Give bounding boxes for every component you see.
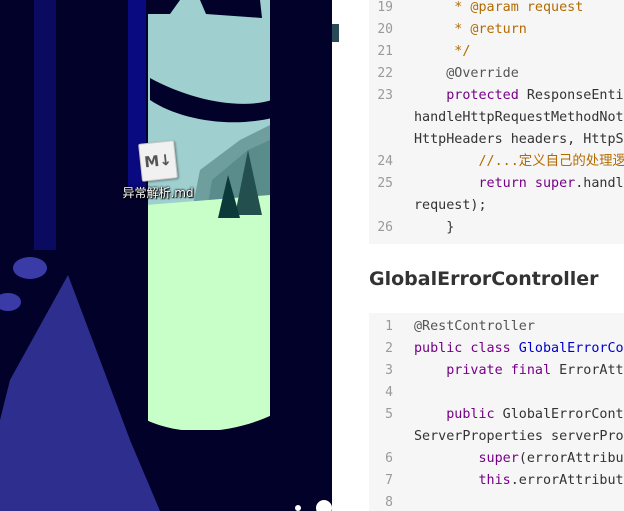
section-heading: GlobalErrorController [369,268,599,290]
code-line: public GlobalErrorCont [414,404,624,426]
code-type: GlobalErrorCo [510,341,624,356]
code-line-wrap: HttpHeaders headers, HttpS [414,132,624,147]
markdown-glyph: M↓ [143,150,173,172]
code-text: .handl [575,176,624,191]
line-number: 2 [385,341,393,356]
code-line: protected ResponseEnti [414,85,624,107]
code-line: this.errorAttribut [414,470,624,492]
code-line: return super.handl [414,173,624,195]
code-block[interactable]: 1 @RestController 2 public class GlobalE… [369,313,624,511]
desktop-wallpaper: M↓ 异常解析.md [0,0,332,511]
code-keyword: public [414,407,495,422]
code-line-wrap: ServerProperties serverPro [414,429,624,444]
code-text: .errorAttribut [510,473,624,488]
code-line: * @return [414,22,527,37]
code-keyword: return super [414,176,576,191]
code-keyword: protected [414,88,519,103]
line-number: 3 [385,363,393,378]
code-text: GlobalErrorCont [494,407,624,422]
line-number: 4 [385,385,393,400]
code-line: super(errorAttribu [414,448,624,470]
code-keyword: private final [414,363,552,378]
code-text: (errorAttribu [518,451,624,466]
code-keyword: super [414,451,519,466]
line-number: 20 [377,22,393,37]
code-line: @RestController [414,319,535,334]
code-block[interactable]: 19 * @param request 20 * @return 21 */ 2… [369,0,624,244]
code-keyword: public class [414,341,511,356]
code-line: */ [414,44,471,59]
desktop-file-label: 异常解析.md [122,186,194,200]
forest-night-illustration [0,0,332,511]
line-number: 7 [385,473,393,488]
line-number: 23 [377,88,393,103]
code-line: @Override [414,66,519,81]
markdown-file-icon: M↓ [138,140,178,182]
code-text: ResponseEnti [518,88,624,103]
line-number: 8 [385,495,393,510]
line-number: 19 [377,0,393,15]
code-line: private final ErrorAtt [414,360,624,382]
desktop-file-icon[interactable]: M↓ 异常解析.md [112,140,204,201]
code-line: public class GlobalErrorCo [414,338,624,360]
line-number: 5 [385,407,393,422]
code-line-wrap: handleHttpRequestMethodNot [414,110,624,125]
line-number: 25 [377,176,393,191]
code-text: ErrorAtt [551,363,624,378]
line-number: 24 [377,154,393,169]
line-number: 22 [377,66,393,81]
code-keyword: this [414,473,511,488]
code-line: } [414,220,455,235]
code-line-wrap: request); [414,198,487,213]
code-line: * @param request [414,0,584,15]
line-number: 1 [385,319,393,334]
line-number: 21 [377,44,393,59]
line-number: 26 [377,220,393,235]
line-number: 6 [385,451,393,466]
window-edge [332,0,339,511]
code-line: //...定义自己的处理逻 [414,154,624,169]
window-edge-marker [332,24,339,42]
markdown-editor[interactable]: 19 * @param request 20 * @return 21 */ 2… [339,0,624,511]
